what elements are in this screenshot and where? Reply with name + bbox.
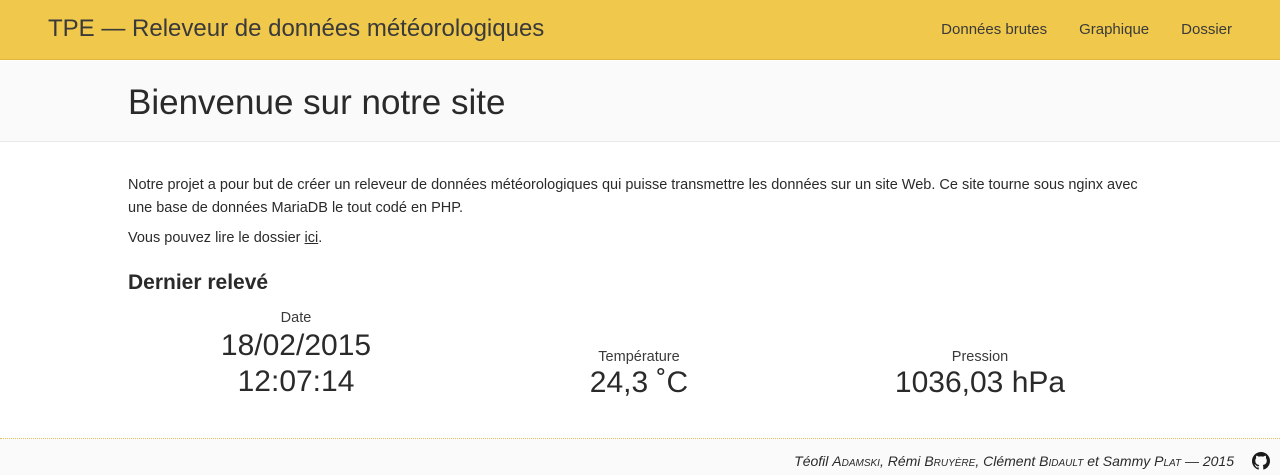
page-title: Bienvenue sur notre site [128,83,506,122]
temperature-label: Température [598,349,680,365]
author-3-first: Clément [983,453,1040,469]
temperature-stat: Température 24,3 ˚C [539,349,739,401]
pressure-label: Pression [951,349,1009,365]
github-icon[interactable] [1252,452,1270,470]
dossier-link[interactable]: ici [305,230,319,246]
date-value: 18/02/2015 [220,329,372,362]
hero-banner: Bienvenue sur notre site [0,61,1280,142]
dossier-prefix: Vous pouvez lire le dossier [128,230,305,246]
dossier-suffix: . [318,230,323,246]
author-3-last: Bidault [1039,453,1084,469]
author-1-last: Adamski [832,453,880,469]
footer-credits: Téofil Adamski, Rémi Bruyère, Clément Bi… [794,453,1234,469]
footer-year: — 2015 [1181,453,1234,469]
date-stat: Date 18/02/2015 12:07:14 [196,310,396,400]
dossier-line: Vous pouvez lire le dossier ici. [128,228,322,248]
pressure-stat: Pression 1036,03 hPa [880,349,1080,401]
separator-2: , [975,453,984,469]
brand-link[interactable]: TPE — Releveur de données météorologique… [48,15,544,43]
author-4-first: Sammy [1102,453,1155,469]
author-4-last: Plat [1154,453,1182,469]
top-navbar: TPE — Releveur de données météorologique… [0,0,1280,60]
nav-donnees-brutes[interactable]: Données brutes [941,21,1047,38]
author-2-first: Rémi [887,453,925,469]
nav-dossier[interactable]: Dossier [1181,21,1232,38]
nav-menu: Données brutes Graphique Dossier [941,21,1232,38]
separator-3: et [1083,453,1103,469]
footer: Téofil Adamski, Rémi Bruyère, Clément Bi… [0,438,1280,475]
last-reading-title: Dernier relevé [128,271,269,294]
temperature-value: 24,3 ˚C [589,366,689,399]
nav-graphique[interactable]: Graphique [1079,21,1149,38]
pressure-value: 1036,03 hPa [894,366,1066,399]
time-value: 12:07:14 [237,365,355,398]
date-label: Date [280,310,312,326]
intro-paragraph: Notre projet a pour but de créer un rele… [128,177,1138,216]
separator-1: , [879,453,888,469]
author-2-last: Bruyère [924,453,976,469]
author-1-first: Téofil [794,453,833,469]
